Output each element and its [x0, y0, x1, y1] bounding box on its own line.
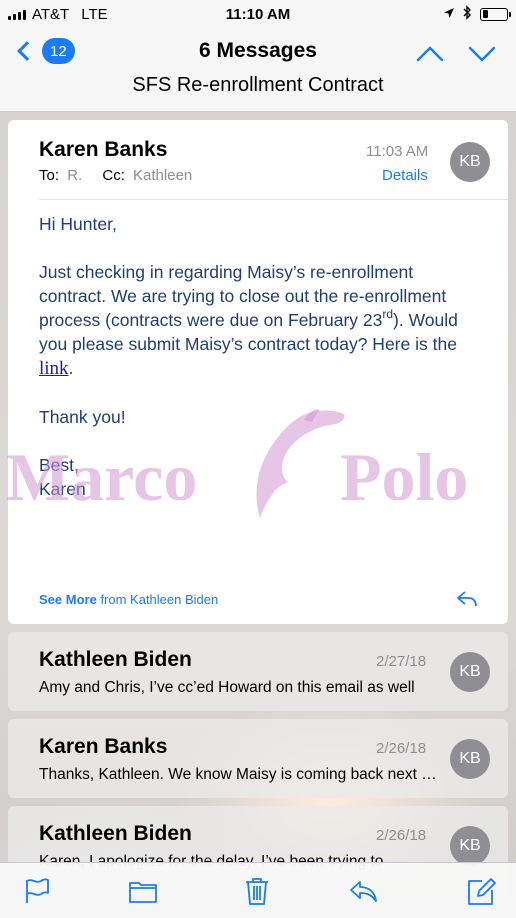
previous-message-button[interactable] — [416, 44, 444, 66]
reply-button[interactable] — [346, 875, 380, 907]
header-divider — [39, 199, 508, 200]
bottom-toolbar — [0, 862, 516, 918]
message-body: Hi Hunter, Just checking in regarding Ma… — [39, 212, 484, 501]
chevron-down-icon — [468, 46, 496, 62]
cc-label: Cc: — [102, 167, 125, 184]
recipients-line: To: R. Cc: Kathleen — [39, 167, 192, 184]
reply-icon[interactable] — [456, 590, 478, 608]
trash-button[interactable] — [240, 875, 274, 907]
status-bar: AT&T LTE 11:10 AM — [0, 0, 516, 28]
to-label: To: — [39, 167, 60, 184]
sender-name[interactable]: Karen Banks — [39, 138, 167, 162]
signature-text: Karen — [39, 479, 86, 499]
location-icon — [443, 6, 455, 23]
signoff-text: Best, — [39, 455, 79, 475]
network-label: LTE — [81, 5, 108, 23]
paragraph-end: . — [68, 358, 74, 378]
see-more-from: from Kathleen Biden — [100, 592, 219, 607]
list-item[interactable]: Karen Banks 2/26/18 KB Thanks, Kathleen.… — [8, 719, 508, 798]
compose-button[interactable] — [464, 875, 498, 907]
signal-icon — [8, 8, 26, 20]
message-preview: Amy and Chris, I’ve cc’ed Howard on this… — [39, 679, 415, 696]
battery-icon — [480, 7, 511, 21]
message-date: 2/27/18 — [376, 653, 427, 670]
message-date: 2/26/18 — [376, 827, 427, 844]
back-button[interactable]: 12 — [14, 38, 75, 64]
flag-button[interactable] — [20, 875, 54, 907]
avatar[interactable]: KB — [450, 739, 490, 779]
to-recipient[interactable]: R. — [67, 167, 82, 184]
move-button[interactable] — [126, 875, 160, 907]
navigation-bar: 12 6 Messages SFS Re-enrollment Contract — [0, 28, 516, 112]
sender-name: Karen Banks — [39, 735, 168, 758]
next-message-button[interactable] — [468, 44, 496, 66]
carrier-label: AT&T — [32, 5, 70, 23]
flag-icon — [26, 878, 49, 903]
folder-icon — [129, 882, 157, 903]
greeting-text: Hi Hunter, — [39, 214, 117, 234]
thanks-text: Thank you! — [39, 407, 126, 427]
avatar[interactable]: KB — [450, 652, 490, 692]
bluetooth-icon — [463, 4, 472, 24]
chevron-up-icon — [416, 46, 444, 62]
avatar[interactable]: KB — [450, 826, 490, 866]
message-date: 2/26/18 — [376, 740, 427, 757]
reply-icon — [350, 881, 377, 902]
compose-icon — [468, 878, 496, 905]
trash-icon — [246, 878, 268, 905]
details-link[interactable]: Details — [382, 167, 428, 184]
sender-name: Kathleen Biden — [39, 822, 192, 845]
main-paragraph: Just checking in regarding Maisy’s re-en… — [39, 260, 484, 381]
unread-count-badge: 12 — [42, 38, 75, 64]
expanded-message-card: Karen Banks 11:03 AM KB To: R. Cc: Kathl… — [8, 120, 508, 624]
thread-subject: SFS Re-enrollment Contract — [132, 74, 384, 96]
see-more-label: See More — [39, 592, 97, 607]
enrollment-link[interactable]: link — [39, 358, 69, 379]
message-preview: Thanks, Kathleen. We know Maisy is comin… — [39, 766, 439, 783]
see-more-link[interactable]: See More from Kathleen Biden — [39, 592, 218, 607]
chevron-left-icon — [17, 41, 37, 61]
superscript-text: rd — [382, 307, 394, 321]
list-item[interactable]: Kathleen Biden 2/27/18 KB Amy and Chris,… — [8, 632, 508, 711]
message-time: 11:03 AM — [366, 143, 429, 160]
sender-name: Kathleen Biden — [39, 648, 192, 671]
avatar[interactable]: KB — [450, 142, 490, 182]
cc-recipient[interactable]: Kathleen — [133, 167, 192, 184]
